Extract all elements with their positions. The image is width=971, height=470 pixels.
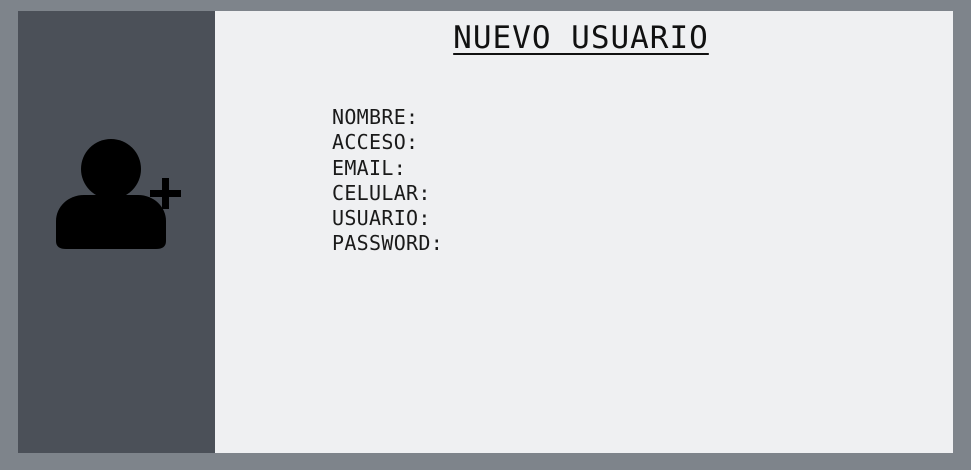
page-title: NUEVO USUARIO bbox=[453, 20, 709, 56]
add-user-icon bbox=[54, 137, 186, 253]
field-list: NOMBRE: ACCESO: EMAIL: CELULAR: USUARIO:… bbox=[332, 105, 443, 257]
field-label-usuario: USUARIO: bbox=[332, 206, 431, 231]
field-label-password: PASSWORD: bbox=[332, 231, 444, 256]
form-panel: NUEVO USUARIO NOMBRE: ACCESO: EMAIL: CEL… bbox=[215, 11, 953, 453]
field-label-acceso: ACCESO: bbox=[332, 130, 419, 155]
field-label-nombre: NOMBRE: bbox=[332, 105, 419, 129]
field-label-celular: CELULAR: bbox=[332, 180, 431, 205]
field-label-email: EMAIL: bbox=[332, 155, 407, 180]
sidebar bbox=[18, 11, 215, 453]
new-user-window: NUEVO USUARIO NOMBRE: ACCESO: EMAIL: CEL… bbox=[18, 11, 953, 453]
